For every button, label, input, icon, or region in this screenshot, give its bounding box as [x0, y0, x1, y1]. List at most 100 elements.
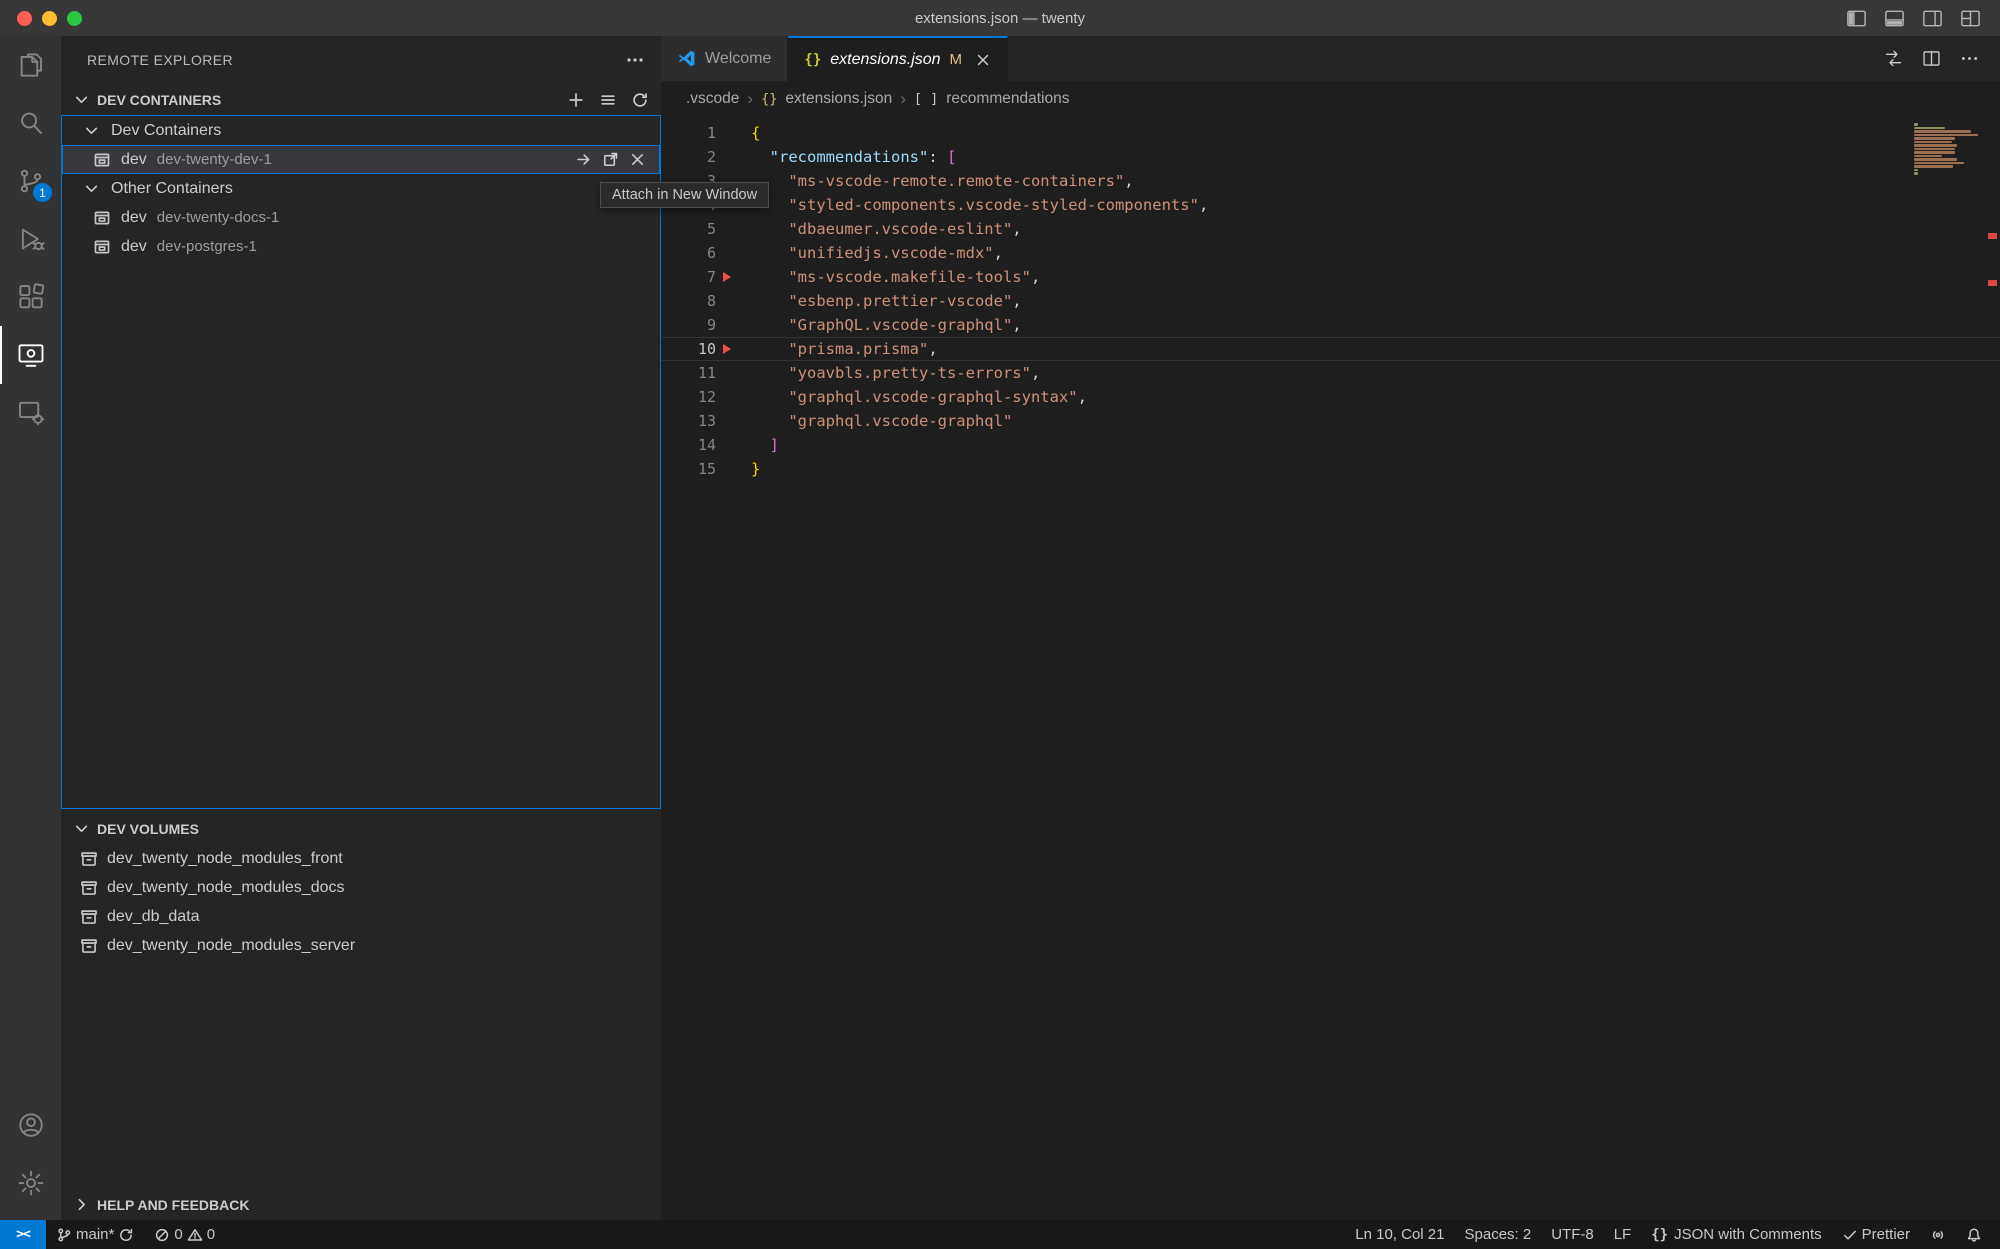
git-branch-status[interactable]: main*	[46, 1220, 144, 1249]
zoom-window-button[interactable]	[67, 11, 82, 26]
code-text: "ms-vscode-remote.remote-containers",	[751, 172, 1134, 190]
code-line[interactable]: 14 ]	[661, 433, 2000, 457]
tree-item-dev-twenty-dev-1[interactable]: dev dev-twenty-dev-1	[62, 145, 660, 174]
tab-extensions-json[interactable]: {} extensions.json M	[788, 36, 1008, 81]
container-label: dev	[121, 209, 147, 227]
volume-item[interactable]: dev_twenty_node_modules_server	[61, 931, 661, 960]
volume-item[interactable]: dev_db_data	[61, 902, 661, 931]
language-mode[interactable]: {} JSON with Comments	[1641, 1220, 1831, 1249]
minimize-window-button[interactable]	[42, 11, 57, 26]
gutter[interactable]	[716, 344, 751, 354]
line-number[interactable]: 1	[661, 124, 716, 142]
notifications-bell-icon[interactable]	[1956, 1220, 1992, 1249]
code-line[interactable]: 10 "prisma.prisma",	[661, 337, 2000, 361]
run-debug-icon[interactable]	[0, 210, 61, 268]
section-header-label: DEV VOLUMES	[97, 821, 199, 837]
line-number[interactable]: 12	[661, 388, 716, 406]
line-number[interactable]: 11	[661, 364, 716, 382]
volume-item[interactable]: dev_twenty_node_modules_front	[61, 844, 661, 873]
toggle-secondary-sidebar-icon[interactable]	[1921, 7, 1944, 30]
line-number[interactable]: 10	[661, 340, 716, 358]
code-line[interactable]: 5 "dbaeumer.vscode-eslint",	[661, 217, 2000, 241]
add-icon[interactable]	[567, 91, 585, 109]
tree-item-dev-postgres-1[interactable]: dev dev-postgres-1	[62, 232, 660, 261]
close-tab-icon[interactable]	[975, 52, 991, 68]
line-number[interactable]: 7	[661, 268, 716, 286]
search-icon[interactable]	[0, 94, 61, 152]
code-text: "graphql.vscode-graphql"	[751, 412, 1012, 430]
section-dev-containers[interactable]: DEV CONTAINERS	[61, 84, 661, 115]
line-number[interactable]: 8	[661, 292, 716, 310]
toggle-sidebar-icon[interactable]	[1845, 7, 1868, 30]
attach-icon[interactable]	[575, 151, 592, 168]
line-number[interactable]: 9	[661, 316, 716, 334]
more-actions-icon[interactable]	[625, 50, 645, 70]
editor-actions	[1883, 36, 2000, 81]
code-line[interactable]: 9 "GraphQL.vscode-graphql",	[661, 313, 2000, 337]
minimap-line	[1914, 162, 1964, 165]
indentation[interactable]: Spaces: 2	[1455, 1220, 1542, 1249]
account-icon[interactable]	[0, 1096, 61, 1154]
cursor-position[interactable]: Ln 10, Col 21	[1345, 1220, 1454, 1249]
line-number[interactable]: 14	[661, 436, 716, 454]
code-line[interactable]: 6 "unifiedjs.vscode-mdx",	[661, 241, 2000, 265]
line-number[interactable]: 15	[661, 460, 716, 478]
breadcrumb-symbol[interactable]: recommendations	[946, 90, 1069, 108]
code-line[interactable]: 11 "yoavbls.pretty-ts-errors",	[661, 361, 2000, 385]
encoding[interactable]: UTF-8	[1541, 1220, 1604, 1249]
list-view-icon[interactable]	[599, 91, 617, 109]
code-line[interactable]: 4 "styled-components.vscode-styled-compo…	[661, 193, 2000, 217]
code-editor[interactable]: 1{2 "recommendations": [3 "ms-vscode-rem…	[661, 116, 2000, 1220]
code-line[interactable]: 15}	[661, 457, 2000, 481]
toggle-panel-icon[interactable]	[1883, 7, 1906, 30]
attach-new-window-icon[interactable]	[602, 151, 619, 168]
minimap[interactable]	[1914, 123, 1986, 175]
code-line[interactable]: 8 "esbenp.prettier-vscode",	[661, 289, 2000, 313]
breadcrumb-vscode[interactable]: .vscode	[686, 90, 739, 108]
code-text: "styled-components.vscode-styled-compone…	[751, 196, 1208, 214]
remote-indicator[interactable]: ><	[0, 1220, 46, 1249]
extensions-icon[interactable]	[0, 268, 61, 326]
code-line[interactable]: 1{	[661, 121, 2000, 145]
minimap-line	[1914, 172, 1918, 175]
volume-item[interactable]: dev_twenty_node_modules_docs	[61, 873, 661, 902]
problems-status[interactable]: 0 0	[144, 1220, 225, 1249]
line-number[interactable]: 13	[661, 412, 716, 430]
volume-label: dev_twenty_node_modules_front	[107, 850, 343, 868]
minimap-line	[1914, 144, 1957, 147]
chevron-down-icon	[83, 122, 100, 139]
source-control-icon[interactable]: 1	[0, 152, 61, 210]
broadcast-icon[interactable]	[1920, 1220, 1956, 1249]
tree-item-dev-twenty-docs-1[interactable]: dev dev-twenty-docs-1	[62, 203, 660, 232]
open-changes-icon[interactable]	[1883, 48, 1904, 69]
section-dev-volumes[interactable]: DEV VOLUMES	[61, 813, 661, 844]
explorer-icon[interactable]	[0, 36, 61, 94]
line-number[interactable]: 5	[661, 220, 716, 238]
eol[interactable]: LF	[1604, 1220, 1642, 1249]
code-line[interactable]: 7 "ms-vscode.makefile-tools",	[661, 265, 2000, 289]
status-bar-right: Ln 10, Col 21 Spaces: 2 UTF-8 LF {} JSON…	[1345, 1220, 2000, 1249]
settings-gear-icon[interactable]	[0, 1154, 61, 1212]
git-modified-badge: M	[950, 51, 963, 68]
code-line[interactable]: 12 "graphql.vscode-graphql-syntax",	[661, 385, 2000, 409]
line-number[interactable]: 2	[661, 148, 716, 166]
close-window-button[interactable]	[17, 11, 32, 26]
line-number[interactable]: 6	[661, 244, 716, 262]
breadcrumb-file[interactable]: extensions.json	[785, 90, 892, 108]
containers-icon[interactable]	[0, 384, 61, 442]
code-line[interactable]: 13 "graphql.vscode-graphql"	[661, 409, 2000, 433]
code-line[interactable]: 2 "recommendations": [	[661, 145, 2000, 169]
gutter[interactable]	[716, 272, 751, 282]
more-actions-icon[interactable]	[1959, 48, 1980, 69]
remote-explorer-icon[interactable]	[0, 326, 61, 384]
code-line[interactable]: 3 "ms-vscode-remote.remote-containers",	[661, 169, 2000, 193]
tab-welcome[interactable]: Welcome	[661, 36, 788, 81]
close-icon[interactable]	[629, 151, 646, 168]
formatter-status[interactable]: Prettier	[1832, 1220, 1920, 1249]
split-editor-icon[interactable]	[1921, 48, 1942, 69]
refresh-icon[interactable]	[631, 91, 649, 109]
tree-group-other-containers[interactable]: Other Containers	[62, 174, 660, 203]
tree-group-dev-containers[interactable]: Dev Containers	[62, 116, 660, 145]
customize-layout-icon[interactable]	[1959, 7, 1982, 30]
section-help-feedback[interactable]: HELP AND FEEDBACK	[61, 1189, 661, 1220]
